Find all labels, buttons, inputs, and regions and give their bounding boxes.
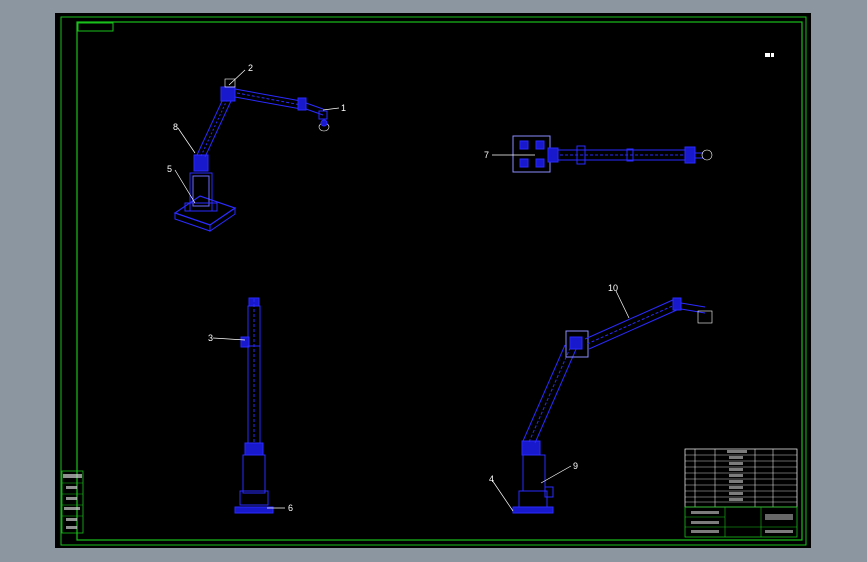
leader-4: [491, 479, 514, 512]
leader-5: [174, 169, 196, 204]
leader-lines: [174, 69, 630, 512]
callout-6: 6: [288, 503, 293, 513]
drawing-sheet: 2 1 8 5 7 3 6 10 9 4: [60, 16, 807, 546]
parts-list-table: [684, 448, 798, 508]
front-view: [234, 297, 274, 514]
drawing-code-box: [77, 22, 114, 32]
title-block: [684, 506, 798, 538]
callout-3: 3: [208, 333, 213, 343]
revision-stamp-block: [61, 470, 84, 534]
callout-4: 4: [489, 474, 494, 484]
callout-10: 10: [608, 283, 618, 293]
side-view: [512, 297, 713, 514]
callout-1: 1: [341, 103, 346, 113]
leader-8: [177, 127, 196, 154]
callout-9: 9: [573, 461, 578, 471]
callout-5: 5: [167, 164, 172, 174]
leader-1: [322, 107, 340, 111]
isometric-arm-view: [173, 78, 330, 232]
callout-7: 7: [484, 150, 489, 160]
top-view: [512, 135, 713, 173]
sheet-mark: [765, 53, 774, 57]
leader-10: [615, 290, 630, 319]
leader-3: [212, 337, 246, 341]
outer-frame: [60, 16, 807, 546]
callout-2: 2: [248, 63, 253, 73]
leader-2: [228, 69, 246, 86]
callout-8: 8: [173, 122, 178, 132]
cad-viewport[interactable]: 2 1 8 5 7 3 6 10 9 4: [55, 13, 811, 548]
inner-frame: [76, 21, 803, 541]
